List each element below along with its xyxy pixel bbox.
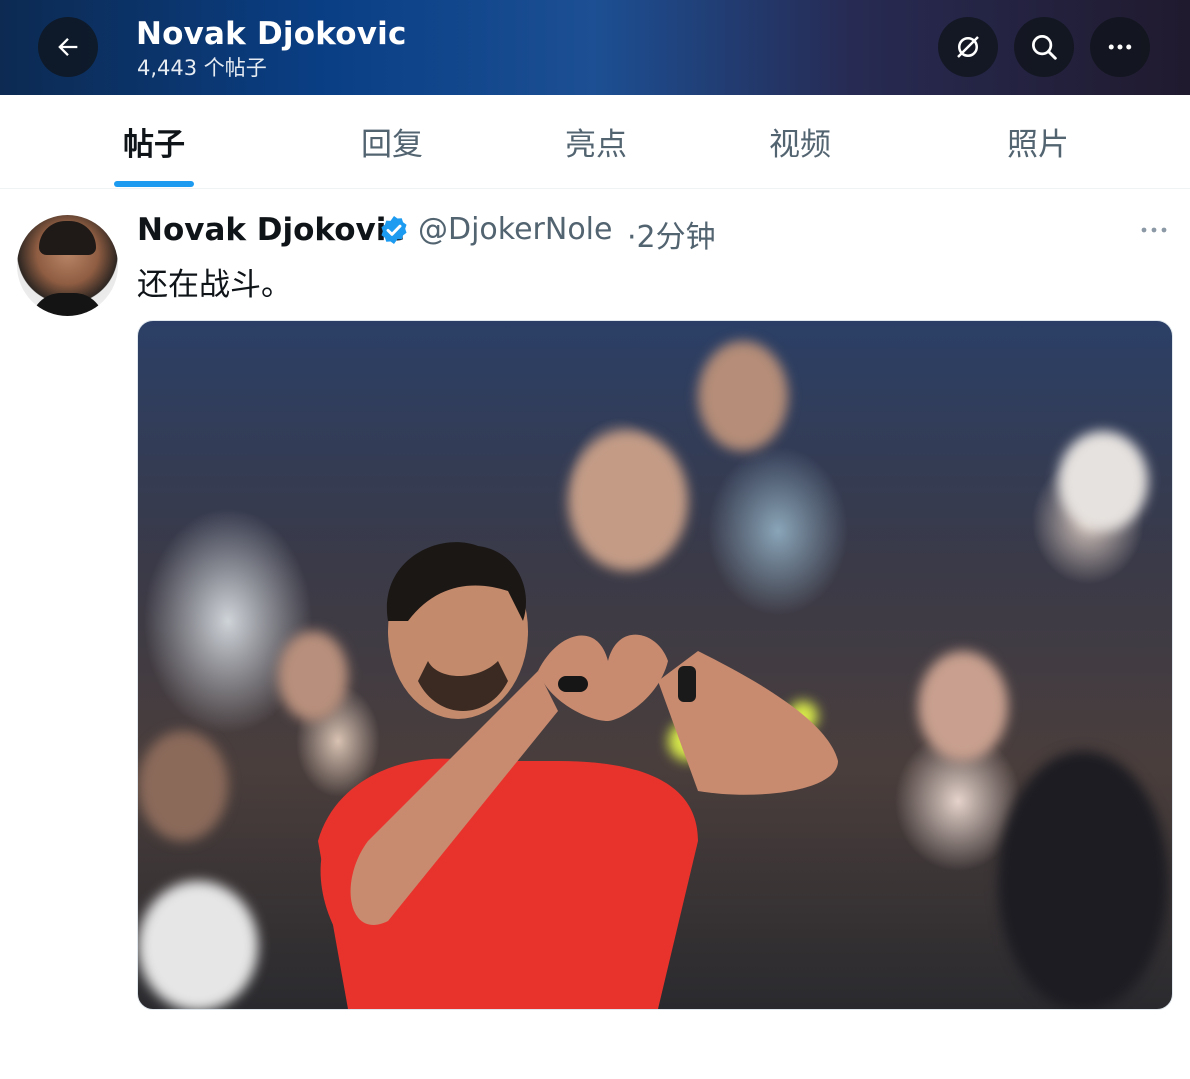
tab-highlights[interactable]: 亮点: [496, 95, 696, 188]
grok-icon: [957, 36, 979, 58]
search-button[interactable]: [1014, 17, 1074, 77]
profile-tabs: 帖子 回复 亮点 视频 照片: [0, 95, 1190, 189]
post-author-name[interactable]: Novak Djokovic: [137, 212, 405, 248]
more-button[interactable]: [1090, 17, 1150, 77]
header-title: Novak Djokovic: [136, 16, 407, 52]
more-horizontal-icon[interactable]: [1136, 220, 1172, 240]
avatar-shirt: [31, 293, 104, 316]
tab-posts[interactable]: 帖子: [54, 95, 254, 188]
tab-photos[interactable]: 照片: [938, 95, 1138, 188]
post-time[interactable]: ·2分钟: [627, 212, 716, 256]
profile-header: Novak Djokovic 4,443 个帖子: [0, 0, 1190, 95]
search-icon: [1032, 35, 1057, 60]
grok-button[interactable]: [938, 17, 998, 77]
verified-badge-icon: [381, 216, 407, 244]
post-handle[interactable]: @DjokerNole: [418, 212, 612, 247]
tab-replies[interactable]: 回复: [292, 95, 492, 188]
post-count: 4,443 个帖子: [137, 56, 267, 80]
active-tab-indicator: [114, 181, 194, 187]
back-button[interactable]: [38, 17, 98, 77]
more-horizontal-icon: [1108, 44, 1132, 50]
post-text: 还在战斗。: [137, 267, 292, 303]
avatar[interactable]: [17, 215, 118, 316]
post-photo[interactable]: [137, 320, 1173, 1010]
arrow-left-icon: [58, 38, 78, 56]
player-illustration: [318, 542, 838, 1009]
tab-videos[interactable]: 视频: [700, 95, 900, 188]
avatar-hair: [39, 221, 96, 255]
